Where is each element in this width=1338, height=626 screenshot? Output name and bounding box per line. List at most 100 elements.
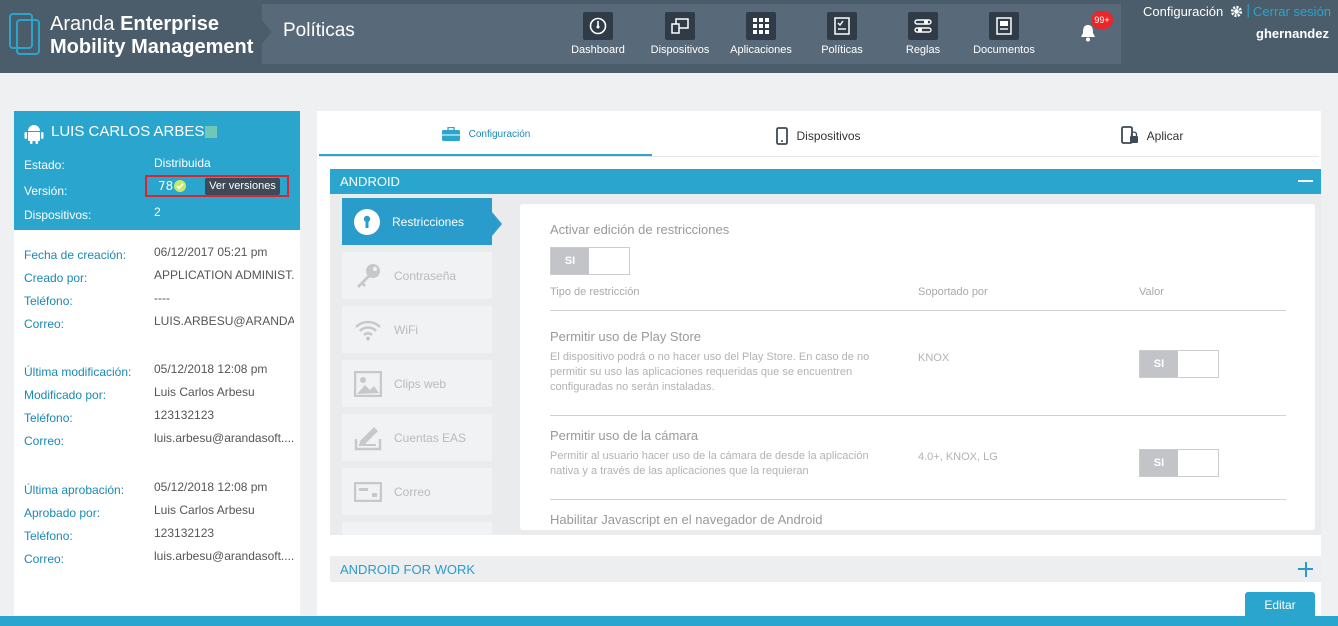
side-item-contrasena[interactable]: Contraseña: [342, 252, 492, 299]
nav-documents[interactable]: Documentos: [963, 4, 1045, 64]
info-value: Luis Carlos Arbesu: [154, 503, 255, 517]
documents-icon: [989, 12, 1019, 40]
tab-divider: [319, 156, 1319, 157]
tab-aplicar[interactable]: Aplicar: [985, 114, 1319, 157]
status-indicator: [205, 126, 217, 138]
android-icon: [24, 125, 44, 144]
tab-bar: Configuración Dispositivos Aplicar: [319, 114, 1319, 157]
nav-label: Documentos: [973, 44, 1035, 56]
phone-icon: [776, 126, 789, 145]
nav-label: Reglas: [905, 44, 941, 56]
tab-dispositivos[interactable]: Dispositivos: [652, 114, 985, 157]
row-divider: [550, 415, 1286, 416]
user-name: LUIS CARLOS ARBESU: [51, 123, 216, 140]
key-icon: [357, 263, 380, 288]
nav-rules[interactable]: Reglas: [882, 4, 964, 64]
nav-apps[interactable]: Aplicaciones: [720, 4, 802, 64]
nav-label: Políticas: [821, 44, 863, 56]
tab-label: Dispositivos: [796, 128, 861, 143]
active-arrow: [492, 212, 502, 236]
mail-card-icon: [354, 481, 382, 502]
brand-bold: Enterprise: [120, 13, 219, 35]
tab-label: Aplicar: [1146, 128, 1184, 143]
brand-line2: Mobility Management: [50, 36, 254, 58]
wifi-icon: [355, 320, 381, 340]
info-value: 123132123: [154, 526, 215, 540]
row-description: Permitir al usuario hacer uso de la cáma…: [550, 450, 869, 477]
page-title: Políticas: [283, 20, 355, 41]
info-value: luis.arbesu@arandasoft....: [154, 549, 294, 563]
restrictions-content: Activar edición de restricciones SI Tipo…: [520, 204, 1315, 530]
notifications-badge[interactable]: 99+: [1091, 11, 1113, 29]
info-label: Teléfono:: [24, 529, 73, 543]
side-item-label: Correo: [394, 484, 431, 499]
side-item-wifi[interactable]: WiFi: [342, 306, 492, 353]
row-title: Habilitar Javascript en el navegador de …: [550, 512, 823, 527]
col-header-value: Valor: [1139, 286, 1164, 298]
estado-value: Distribuida: [154, 156, 211, 170]
info-value: Luis Carlos Arbesu: [154, 385, 255, 399]
info-value: 123132123: [154, 408, 215, 422]
row-supported: 4.0+, KNOX, LG: [918, 451, 998, 463]
keyhole-icon: [354, 208, 380, 235]
collapse-icon[interactable]: [1298, 180, 1313, 182]
nav-label: Dashboard: [571, 44, 625, 56]
side-item-label: Clips web: [394, 376, 447, 391]
restrictions-toggle[interactable]: SI: [550, 247, 630, 275]
edit-button[interactable]: Editar: [1245, 592, 1315, 618]
view-versions-button[interactable]: Ver versiones: [205, 178, 280, 195]
info-label: Teléfono:: [24, 411, 73, 425]
android-work-section-header[interactable]: ANDROID FOR WORK: [330, 556, 1321, 582]
info-label: Correo:: [24, 317, 65, 331]
row-description: El dispositivo podrá o no hacer uso del …: [550, 351, 870, 393]
row-divider: [550, 499, 1286, 500]
side-item-more[interactable]: [342, 522, 492, 535]
tab-configuracion[interactable]: Configuración: [319, 114, 652, 157]
col-header-supported: Soportado por: [918, 286, 988, 298]
side-item-correo[interactable]: Correo: [342, 468, 492, 515]
signature-icon: [354, 426, 382, 450]
phone-lock-icon: [1120, 126, 1138, 144]
top-header: Aranda Enterprise Mobility Management Po…: [0, 0, 1338, 73]
side-item-clips-web[interactable]: Clips web: [342, 360, 492, 407]
logout-link[interactable]: Cerrar sesión: [1253, 4, 1331, 19]
info-label: Última aprobación:: [24, 483, 125, 497]
info-label: Aprobado por:: [24, 506, 101, 520]
info-label: Correo:: [24, 552, 65, 566]
info-label: Teléfono:: [24, 294, 73, 308]
version-number: 78: [158, 179, 174, 193]
camera-toggle[interactable]: SI: [1139, 449, 1219, 477]
side-item-label: Contraseña: [394, 268, 457, 283]
nav-dashboard[interactable]: Dashboard: [557, 4, 639, 64]
version-label: Versión:: [24, 184, 68, 198]
info-value: 05/12/2018 12:08 pm: [154, 362, 268, 376]
tab-label: Configuración: [468, 128, 531, 140]
footer-bar: [0, 616, 1338, 626]
version-box: 78 Ver versiones: [145, 175, 289, 197]
expand-icon[interactable]: [1305, 562, 1307, 577]
info-value: ----: [154, 291, 170, 305]
section-title: ANDROID: [340, 174, 400, 189]
playstore-toggle[interactable]: SI: [1139, 350, 1219, 378]
devices-icon: [665, 12, 695, 40]
col-header-type: Tipo de restricción: [550, 286, 640, 298]
side-item-restricciones[interactable]: Restricciones: [342, 198, 492, 245]
gear-icon[interactable]: [1230, 5, 1243, 18]
android-section-header[interactable]: ANDROID: [330, 169, 1321, 194]
dashboard-icon: [583, 12, 613, 40]
info-label: Fecha de creación:: [24, 248, 127, 262]
brand-light: Aranda: [50, 13, 115, 35]
config-link[interactable]: Configuración: [1143, 4, 1223, 19]
username: ghernandez: [1256, 26, 1329, 41]
rules-sliders-icon: [908, 12, 938, 40]
section-title: ANDROID FOR WORK: [340, 562, 476, 577]
nav-policies[interactable]: Políticas: [801, 4, 883, 64]
apps-grid-icon: [746, 12, 776, 40]
brand-title: Aranda Enterprise Mobility Management: [50, 13, 253, 59]
nav-devices[interactable]: Dispositivos: [639, 4, 721, 64]
info-label: Correo:: [24, 434, 65, 448]
toggle-label: SI: [1140, 450, 1178, 476]
side-item-cuentas-eas[interactable]: Cuentas EAS: [342, 414, 492, 461]
info-label: Creado por:: [24, 271, 88, 285]
toggle-label: SI: [1140, 351, 1178, 377]
